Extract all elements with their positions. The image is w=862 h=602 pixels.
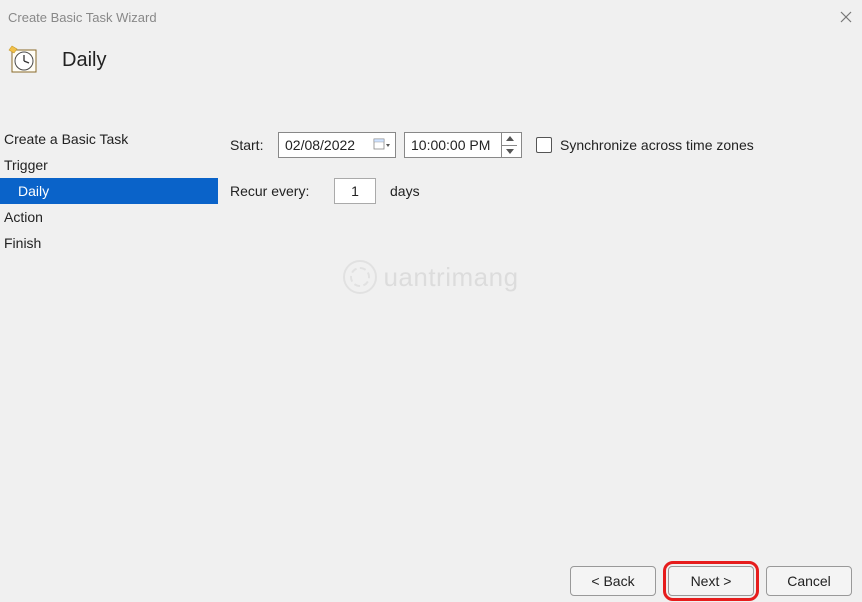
start-time-value: 10:00:00 PM — [411, 137, 490, 153]
recur-suffix: days — [390, 183, 420, 199]
main-panel: Start: 02/08/2022 10:00:00 PM — [218, 84, 862, 514]
titlebar: Create Basic Task Wizard — [0, 0, 862, 34]
time-spinner[interactable] — [501, 133, 517, 157]
window-title: Create Basic Task Wizard — [6, 10, 157, 25]
content-area: Create a Basic Task Trigger Daily Action… — [0, 84, 862, 514]
next-button[interactable]: Next > — [668, 566, 754, 596]
wizard-steps: Create a Basic Task Trigger Daily Action… — [0, 84, 218, 514]
spinner-down-icon[interactable] — [502, 146, 517, 158]
sync-timezones-label: Synchronize across time zones — [560, 137, 754, 153]
recur-row: Recur every: 1 days — [230, 178, 862, 204]
step-action[interactable]: Action — [0, 204, 218, 230]
step-daily[interactable]: Daily — [0, 178, 218, 204]
close-icon[interactable] — [840, 11, 852, 23]
start-row: Start: 02/08/2022 10:00:00 PM — [230, 132, 862, 158]
button-bar: < Back Next > Cancel — [570, 566, 852, 596]
step-trigger[interactable]: Trigger — [0, 152, 218, 178]
clock-icon — [8, 44, 40, 76]
step-finish[interactable]: Finish — [0, 230, 218, 256]
start-time-input[interactable]: 10:00:00 PM — [404, 132, 522, 158]
calendar-dropdown-icon[interactable] — [373, 136, 391, 154]
spinner-up-icon[interactable] — [502, 133, 517, 146]
cancel-button[interactable]: Cancel — [766, 566, 852, 596]
recur-label: Recur every: — [230, 183, 320, 199]
back-button[interactable]: < Back — [570, 566, 656, 596]
start-label: Start: — [230, 137, 270, 153]
page-title: Daily — [62, 49, 106, 72]
start-date-value: 02/08/2022 — [285, 137, 355, 153]
wizard-header: Daily — [0, 34, 862, 84]
step-create-basic-task[interactable]: Create a Basic Task — [0, 126, 218, 152]
start-date-input[interactable]: 02/08/2022 — [278, 132, 396, 158]
recur-every-input[interactable]: 1 — [334, 178, 376, 204]
sync-timezones-checkbox[interactable] — [536, 137, 552, 153]
